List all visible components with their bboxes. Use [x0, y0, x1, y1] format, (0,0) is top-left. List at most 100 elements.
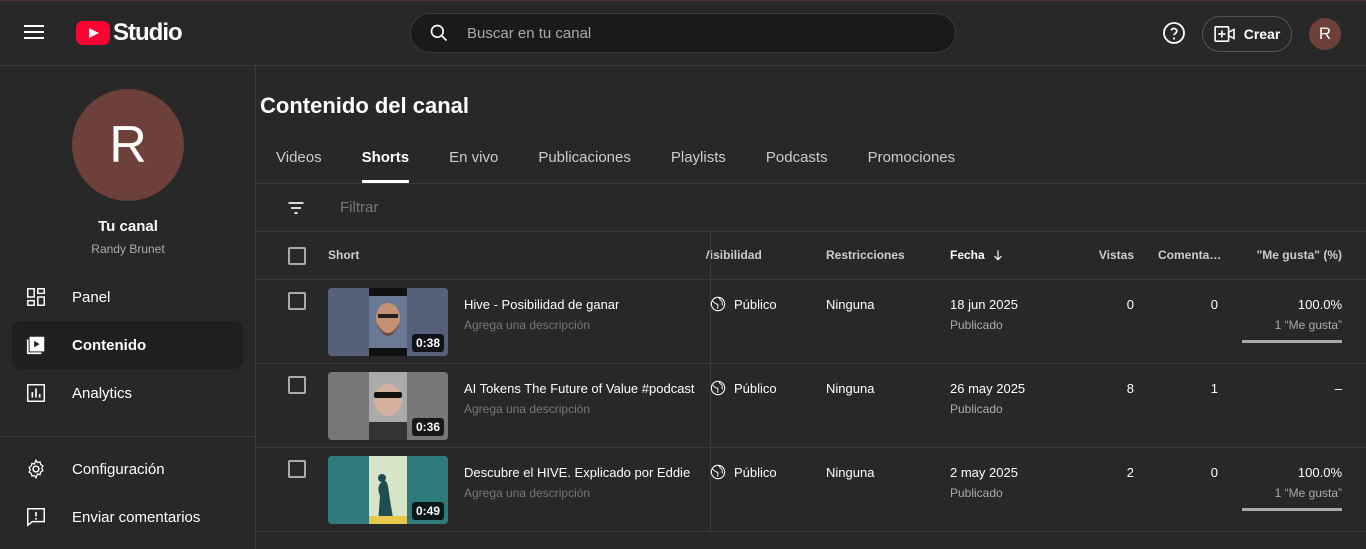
likes-percent: – — [1334, 381, 1342, 396]
column-short[interactable]: Short — [328, 248, 359, 262]
sidebar-item-label: Enviar comentarios — [72, 508, 201, 526]
column-visibility[interactable]: Visibilidad — [706, 248, 776, 262]
account-avatar[interactable]: R — [1309, 18, 1341, 50]
duration-badge: 0:38 — [411, 334, 444, 352]
date-value: 2 may 2025 — [950, 465, 1018, 480]
likes-bar-fill — [1242, 340, 1342, 343]
table-row[interactable]: 0:49 Descubre el HIVE. Explicado por Edd… — [256, 448, 1366, 532]
feedback-icon — [27, 508, 45, 527]
short-title[interactable]: Hive - Posibilidad de ganar — [464, 297, 696, 312]
create-button[interactable]: Crear — [1202, 16, 1292, 52]
restrictions-value: Ninguna — [826, 465, 875, 480]
channel-avatar[interactable]: R — [72, 89, 184, 201]
channel-title: Tu canal — [98, 218, 158, 235]
table-header: Short Visibilidad Restricciones Fecha Vi… — [256, 232, 1366, 280]
page-title: Contenido del canal — [260, 93, 470, 118]
short-description[interactable]: Agrega una descripción — [464, 318, 590, 332]
comments-value: 0 — [1210, 297, 1218, 312]
analytics-icon — [27, 384, 45, 402]
filter-bar — [256, 184, 1366, 232]
studio-logo[interactable]: Studio — [76, 19, 183, 47]
likes-count: 1 “Me gusta” — [1274, 318, 1342, 332]
likes-bar — [1242, 340, 1342, 343]
tab-promotions[interactable]: Promociones — [848, 138, 976, 184]
visibility-value: Público — [734, 380, 777, 396]
search-input[interactable] — [467, 24, 907, 42]
tab-live[interactable]: En vivo — [429, 138, 518, 184]
sidebar-divider — [0, 436, 256, 437]
date-value: 18 jun 2025 — [950, 297, 1018, 312]
likes-percent: 100.0% — [1297, 297, 1342, 312]
views-value: 8 — [1126, 381, 1134, 396]
table-row[interactable]: 0:38 Hive - Posibilidad de ganar Agrega … — [256, 280, 1366, 364]
sidebar-item-analytics[interactable]: Analytics — [12, 369, 243, 417]
column-views[interactable]: Vistas — [1099, 248, 1134, 262]
likes-count: 1 “Me gusta” — [1274, 486, 1342, 500]
video-plus-icon — [1213, 25, 1235, 43]
top-bar: Studio Crear R — [0, 0, 1366, 66]
tab-posts[interactable]: Publicaciones — [518, 138, 651, 184]
comments-value: 0 — [1210, 465, 1218, 480]
visibility-cell[interactable]: Público — [710, 296, 777, 312]
likes-percent: 100.0% — [1297, 465, 1342, 480]
globe-icon — [710, 464, 726, 480]
tab-shorts[interactable]: Shorts — [342, 138, 430, 184]
select-all-checkbox[interactable] — [288, 247, 306, 265]
short-thumbnail[interactable]: 0:38 — [328, 288, 448, 356]
status-value: Publicado — [950, 318, 1003, 332]
column-comments[interactable]: Comenta… — [1158, 248, 1221, 262]
duration-badge: 0:36 — [411, 418, 444, 436]
row-checkbox[interactable] — [288, 460, 306, 478]
row-checkbox[interactable] — [288, 292, 306, 310]
sort-down-icon — [993, 250, 1002, 261]
dashboard-icon — [27, 288, 45, 306]
sidebar-item-settings[interactable]: Configuración — [12, 445, 243, 493]
likes-bar-fill — [1242, 508, 1342, 511]
comments-value: 1 — [1210, 381, 1218, 396]
date-value: 26 may 2025 — [950, 381, 1026, 396]
globe-icon — [710, 296, 726, 312]
sidebar-item-panel[interactable]: Panel — [12, 273, 243, 321]
menu-icon[interactable] — [24, 21, 52, 45]
column-date[interactable]: Fecha — [950, 248, 1005, 262]
likes-bar — [1242, 508, 1342, 511]
visibility-cell[interactable]: Público — [710, 380, 777, 396]
visibility-cell[interactable]: Público — [710, 464, 777, 480]
views-value: 2 — [1126, 465, 1134, 480]
restrictions-value: Ninguna — [826, 381, 875, 396]
short-thumbnail[interactable]: 0:36 — [328, 372, 448, 440]
search-icon — [430, 24, 448, 42]
logo-text: Studio — [113, 19, 183, 46]
sidebar: R Tu canal Randy Brunet Panel Contenido … — [0, 66, 256, 549]
sidebar-item-label: Analytics — [72, 384, 133, 402]
column-restrictions[interactable]: Restricciones — [826, 248, 905, 262]
short-description[interactable]: Agrega una descripción — [464, 486, 590, 500]
column-likes[interactable]: "Me gusta" (%) — [1257, 248, 1342, 262]
short-title[interactable]: AI Tokens The Future of Value #podcast — [464, 381, 696, 396]
restrictions-value: Ninguna — [826, 297, 875, 312]
views-value: 0 — [1126, 297, 1134, 312]
tab-videos[interactable]: Videos — [256, 138, 342, 184]
youtube-play-icon — [76, 21, 110, 45]
tab-playlists[interactable]: Playlists — [651, 138, 746, 184]
filter-icon[interactable] — [286, 198, 306, 218]
sidebar-item-feedback[interactable]: Enviar comentarios — [12, 493, 243, 541]
table-row[interactable]: 0:36 AI Tokens The Future of Value #podc… — [256, 364, 1366, 448]
globe-icon — [710, 380, 726, 396]
visibility-value: Público — [734, 464, 777, 480]
status-value: Publicado — [950, 402, 1003, 416]
content-tabs: Videos Shorts En vivo Publicaciones Play… — [256, 138, 975, 184]
filter-input[interactable] — [340, 199, 840, 216]
main-content: Contenido del canal Videos Shorts En viv… — [256, 66, 1366, 549]
short-title[interactable]: Descubre el HIVE. Explicado por Eddie — [464, 465, 696, 480]
tab-podcasts[interactable]: Podcasts — [746, 138, 848, 184]
short-description[interactable]: Agrega una descripción — [464, 402, 590, 416]
visibility-value: Público — [734, 296, 777, 312]
duration-badge: 0:49 — [411, 502, 444, 520]
help-icon[interactable] — [1162, 21, 1186, 45]
gear-icon — [28, 458, 44, 480]
sidebar-item-label: Contenido — [72, 336, 147, 354]
short-thumbnail[interactable]: 0:49 — [328, 456, 448, 524]
sidebar-item-content[interactable]: Contenido — [12, 321, 243, 369]
row-checkbox[interactable] — [288, 376, 306, 394]
